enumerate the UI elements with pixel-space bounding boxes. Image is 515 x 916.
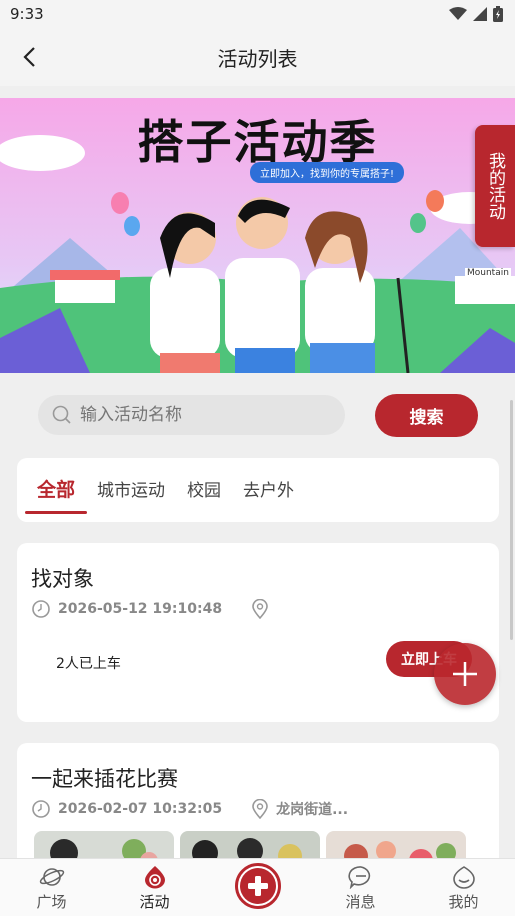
banner-subtitle: 立即加入，找到你的专属搭子! [250,162,405,183]
header: 活动列表 [0,28,515,86]
tab-all[interactable]: 全部 [24,475,88,514]
planet-icon [39,868,64,886]
status-icons [449,6,503,22]
banner-sign: Mountain [465,268,511,278]
back-button[interactable] [14,42,44,72]
nav-label: 活动 [139,893,170,911]
nav-label: 广场 [36,893,67,911]
activity-title: 一起来插花比赛 [31,767,178,791]
clock-icon [32,600,50,618]
tab-outdoor[interactable]: 去户外 [243,476,294,505]
clock-icon [32,800,50,818]
nav-item-center[interactable] [206,859,309,916]
page-title: 活动列表 [217,46,298,71]
joined-count: 2人已上车 [56,656,121,672]
activity-card[interactable]: 找对象 2026-05-12 19:10:48 2人已上车 立即上车 [17,543,499,722]
search-icon [52,405,71,424]
status-time: 9:33 [10,5,44,23]
location-pin-icon [252,599,268,619]
my-activity-tab[interactable]: 我的活动 [475,125,515,247]
nav-label: 消息 [345,893,376,911]
signal-icon [473,7,487,21]
category-tabs: 全部 城市运动 校园 去户外 [17,458,499,522]
nav-item-plaza[interactable]: 广场 [0,859,103,916]
promo-banner[interactable]: 搭子活动季 立即加入，找到你的专属搭子! Mountain [0,98,515,373]
bottom-nav: 广场 活动 消息 我的 [0,858,515,916]
profile-icon [452,866,475,889]
message-icon [347,866,370,889]
wifi-icon [449,7,467,20]
activity-location: 龙岗街道... [276,802,349,818]
search-field[interactable] [38,395,345,435]
nav-label: 我的 [448,893,479,911]
status-bar: 9:33 [0,0,515,28]
search-input[interactable] [80,405,320,425]
activity-meta: 2026-02-07 10:32:05 龙岗街道... [32,799,348,819]
create-activity-button[interactable] [434,643,496,705]
plus-center-icon [234,863,281,909]
nav-item-activity[interactable]: 活动 [103,859,206,916]
activity-datetime: 2026-02-07 10:32:05 [58,801,223,817]
search-button[interactable]: 搜索 [375,394,478,437]
tab-city-sports[interactable]: 城市运动 [97,476,165,505]
nav-item-profile[interactable]: 我的 [412,859,515,916]
tab-campus[interactable]: 校园 [187,476,221,505]
activity-datetime: 2026-05-12 19:10:48 [58,601,223,617]
activity-icon [144,866,165,889]
activity-title: 找对象 [31,567,94,591]
nav-item-messages[interactable]: 消息 [309,859,412,916]
activity-meta: 2026-05-12 19:10:48 [32,599,276,619]
battery-icon [493,6,503,22]
chevron-left-icon [23,47,35,67]
location-pin-icon [252,799,268,819]
scrollbar[interactable] [510,400,513,640]
plus-icon [453,662,477,686]
